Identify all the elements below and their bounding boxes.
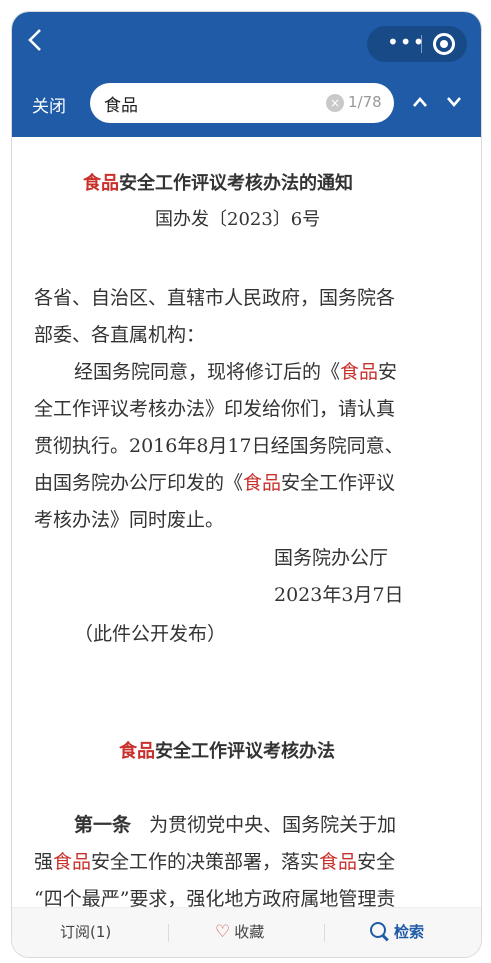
paragraph-1-line-2: 全工作评议考核办法》印发给你们，请认真 — [34, 398, 396, 420]
next-match-button[interactable] — [446, 90, 462, 114]
issue-date: 2023年3月7日 — [274, 584, 404, 606]
search-button[interactable]: 检索 — [370, 921, 424, 942]
chevron-down-icon — [447, 97, 461, 107]
notice-title: 食品安全工作评议考核办法的通知 — [83, 173, 353, 194]
back-button[interactable] — [28, 28, 52, 60]
close-search-button[interactable]: 关闭 — [32, 92, 66, 117]
favorite-button[interactable]: ♡ 收藏 — [215, 921, 264, 942]
search-input[interactable] — [104, 91, 304, 115]
header-bar: ••• 关闭 × 1/78 — [12, 12, 481, 137]
more-button[interactable]: ••• — [387, 30, 425, 54]
paragraph-1-line-3: 贯彻执行。2016年8月17日经国务院同意、 — [34, 435, 404, 457]
article-1-line-2: 强食品安全工作的决策部署，落实食品安全 — [34, 851, 396, 873]
issuer: 国务院办公厅 — [274, 547, 389, 569]
addressee-line-2: 部委、各直属机构： — [34, 324, 206, 346]
toolbar-divider — [168, 924, 169, 942]
phone-frame: ••• 关闭 × 1/78 食品安全工作评议考核办法的通知 国办发〔2023〕6… — [11, 11, 482, 958]
search-icon — [370, 922, 388, 940]
paragraph-1-line-5: 考核办法》同时废止。 — [34, 509, 225, 531]
chevron-left-icon — [28, 29, 41, 51]
bottom-toolbar: 订阅(1) ♡ 收藏 检索 — [12, 907, 481, 957]
mini-program-capsule: ••• — [367, 26, 467, 62]
match-count: 1/78 — [348, 93, 382, 111]
clear-icon[interactable]: × — [326, 94, 344, 112]
document-number: 国办发〔2023〕6号 — [155, 209, 321, 230]
previous-match-button[interactable] — [412, 90, 428, 114]
article-1-line-1: 第一条 为贯彻党中央、国务院关于加 — [74, 814, 397, 836]
paragraph-1-line-1: 经国务院同意，现将修订后的《食品安 — [74, 361, 398, 383]
close-miniprogram-button[interactable] — [433, 33, 455, 55]
article-1-line-3: “四个最严”要求，强化地方政府属地管理责 — [34, 888, 396, 907]
public-note: （此件公开发布） — [74, 623, 227, 645]
capsule-divider — [421, 35, 422, 53]
toolbar-divider — [324, 924, 325, 942]
subscribe-button[interactable]: 订阅(1) — [60, 921, 111, 942]
chevron-up-icon — [413, 97, 427, 107]
addressee-line-1: 各省、自治区、直辖市人民政府，国务院各 — [34, 287, 396, 309]
document-content: 食品安全工作评议考核办法的通知 国办发〔2023〕6号 各省、自治区、直辖市人民… — [12, 137, 481, 907]
heart-icon: ♡ — [215, 922, 231, 942]
paragraph-1-line-4: 由国务院办公厅印发的《食品安全工作评议 — [34, 472, 396, 494]
section-title: 食品安全工作评议考核办法 — [119, 741, 335, 762]
search-box: × 1/78 — [90, 83, 394, 123]
